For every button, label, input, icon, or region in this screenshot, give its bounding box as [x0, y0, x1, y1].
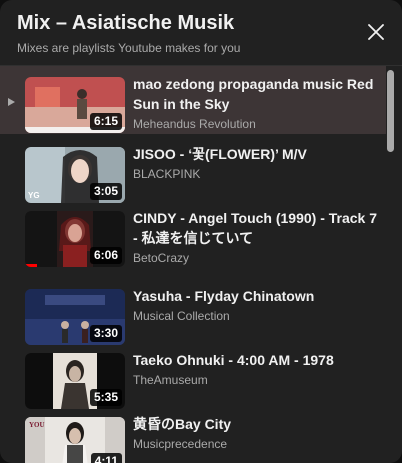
video-title: CINDY - Angel Touch (1990) - Track 7 - 私…: [133, 210, 378, 246]
playlist-item-0[interactable]: 6:15 mao zedong propaganda music Red Sun…: [0, 66, 386, 134]
playlist-item-5[interactable]: YOU 4:11 黄昏のBay City Musicprecedence: [0, 406, 386, 463]
now-playing-icon: [8, 98, 15, 106]
watch-progress-bar: [25, 264, 37, 267]
thumbnail-1: YG 3:05: [25, 147, 125, 203]
thumbnail-0: 6:15: [25, 77, 125, 133]
video-title: JISOO - ‘꽃(FLOWER)’ M/V: [133, 146, 307, 162]
playlist-subtitle: Mixes are playlists Youtube makes for yo…: [17, 41, 241, 55]
thumbnail-5: YOU 4:11: [25, 417, 125, 463]
duration-badge: 3:05: [89, 183, 122, 200]
playlist-item-4[interactable]: 5:35 Taeko Ohnuki - 4:00 AM - 1978 TheAm…: [0, 342, 386, 410]
playlist-item-3[interactable]: 3:30 Yasuha - Flyday Chinatown Musical C…: [0, 278, 386, 346]
video-title: Taeko Ohnuki - 4:00 AM - 1978: [133, 352, 334, 368]
svg-text:YOU: YOU: [29, 421, 45, 429]
playlist-items: 6:15 mao zedong propaganda music Red Sun…: [0, 66, 386, 463]
duration-badge: 5:35: [89, 389, 122, 406]
video-title: Yasuha - Flyday Chinatown: [133, 288, 315, 304]
playlist-item-1[interactable]: YG 3:05 JISOO - ‘꽃(FLOWER)’ M/V BLACKPIN…: [0, 136, 386, 204]
scrollbar-thumb[interactable]: [387, 70, 394, 152]
channel-name: Meheandus Revolution: [133, 117, 256, 131]
channel-name: Musical Collection: [133, 309, 230, 323]
duration-badge: 4:11: [90, 453, 122, 463]
close-icon: [368, 24, 384, 40]
thumbnail-3: 3:30: [25, 289, 125, 345]
playlist-title: Mix – Asiatische Musik: [17, 12, 235, 34]
video-title: mao zedong propaganda music Red Sun in t…: [133, 76, 374, 112]
close-button[interactable]: [364, 20, 388, 44]
video-title: 黄昏のBay City: [133, 416, 232, 432]
duration-badge: 3:30: [89, 325, 122, 342]
channel-name: TheAmuseum: [133, 373, 208, 387]
thumbnail-4: 5:35: [25, 353, 125, 409]
svg-text:YG: YG: [28, 191, 40, 200]
playlist-item-2[interactable]: 6:06 CINDY - Angel Touch (1990) - Track …: [0, 200, 386, 268]
duration-badge: 6:06: [89, 247, 122, 264]
channel-name: BLACKPINK: [133, 167, 201, 181]
thumbnail-2: 6:06: [25, 211, 125, 267]
playlist-panel: Mix – Asiatische Musik Mixes are playlis…: [0, 0, 402, 463]
duration-badge: 6:15: [89, 113, 122, 130]
playlist-header: Mix – Asiatische Musik Mixes are playlis…: [0, 0, 402, 66]
channel-name: Musicprecedence: [133, 437, 228, 451]
channel-name: BetoCrazy: [133, 251, 190, 265]
